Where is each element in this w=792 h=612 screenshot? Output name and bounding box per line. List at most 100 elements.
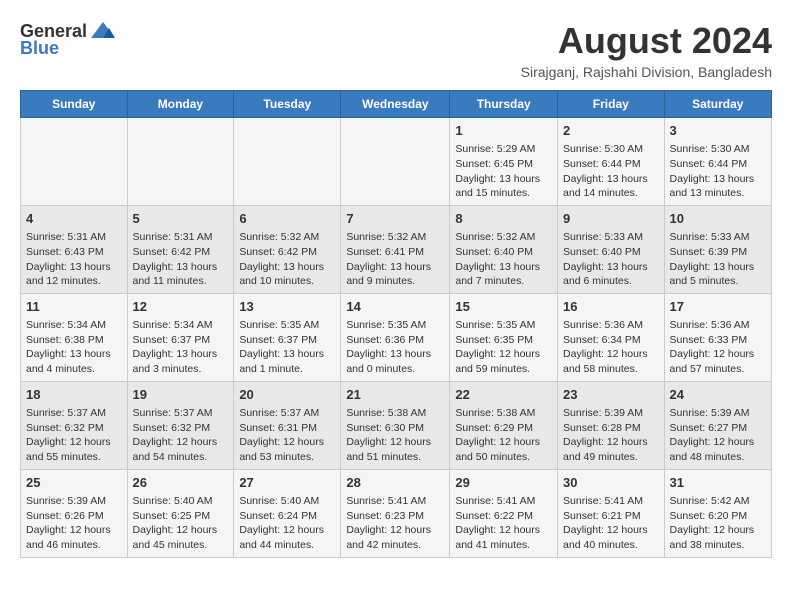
day-number: 3 [670, 122, 766, 140]
day-number: 9 [563, 210, 659, 228]
calendar-cell: 12 Sunrise: 5:34 AM Sunset: 6:37 PM Dayli… [127, 293, 234, 381]
calendar-cell: 30Sunrise: 5:41 AM Sunset: 6:21 PM Dayli… [558, 469, 665, 557]
calendar-table: Sunday Monday Tuesday Wednesday Thursday… [20, 90, 772, 558]
day-number: 28 [346, 474, 444, 492]
header-sunday: Sunday [21, 91, 128, 118]
day-info: Sunrise: 5:32 AM Sunset: 6:42 PM Dayligh… [239, 230, 335, 289]
header-monday: Monday [127, 91, 234, 118]
header-friday: Friday [558, 91, 665, 118]
calendar-cell: 26Sunrise: 5:40 AM Sunset: 6:25 PM Dayli… [127, 469, 234, 557]
header-thursday: Thursday [450, 91, 558, 118]
day-info: Sunrise: 5:35 AM Sunset: 6:35 PM Dayligh… [455, 318, 552, 377]
day-info: Sunrise: 5:33 AM Sunset: 6:40 PM Dayligh… [563, 230, 659, 289]
day-info: Sunrise: 5:30 AM Sunset: 6:44 PM Dayligh… [563, 142, 659, 201]
header: General Blue August 2024 Sirajganj, Rajs… [20, 20, 772, 80]
calendar-cell: 27 Sunrise: 5:40 AM Sunset: 6:24 PM Dayli… [234, 469, 341, 557]
calendar-week-2: 4 Sunrise: 5:31 AM Sunset: 6:43 PM Daylig… [21, 205, 772, 293]
calendar-cell: 5Sunrise: 5:31 AM Sunset: 6:42 PM Daylig… [127, 205, 234, 293]
calendar-cell: 28Sunrise: 5:41 AM Sunset: 6:23 PM Dayli… [341, 469, 450, 557]
day-number: 12 [133, 298, 229, 316]
day-info: Sunrise: 5:37 AM Sunset: 6:32 PM Dayligh… [133, 406, 229, 465]
day-number: 15 [455, 298, 552, 316]
day-info: Sunrise: 5:38 AM Sunset: 6:30 PM Dayligh… [346, 406, 444, 465]
day-info: Sunrise: 5:32 AM Sunset: 6:40 PM Dayligh… [455, 230, 552, 289]
calendar-cell: 29Sunrise: 5:41 AM Sunset: 6:22 PM Dayli… [450, 469, 558, 557]
logo-blue: Blue [20, 38, 59, 59]
calendar-cell: 6 Sunrise: 5:32 AM Sunset: 6:42 PM Daylig… [234, 205, 341, 293]
calendar-cell: 15 Sunrise: 5:35 AM Sunset: 6:35 PM Dayli… [450, 293, 558, 381]
day-number: 23 [563, 386, 659, 404]
calendar-cell: 31 Sunrise: 5:42 AM Sunset: 6:20 PM Dayli… [664, 469, 771, 557]
day-number: 29 [455, 474, 552, 492]
day-number: 2 [563, 122, 659, 140]
location: Sirajganj, Rajshahi Division, Bangladesh [521, 64, 772, 80]
day-number: 17 [670, 298, 766, 316]
calendar-cell [341, 118, 450, 206]
day-number: 14 [346, 298, 444, 316]
day-info: Sunrise: 5:33 AM Sunset: 6:39 PM Dayligh… [670, 230, 766, 289]
calendar-cell: 23 Sunrise: 5:39 AM Sunset: 6:28 PM Dayli… [558, 381, 665, 469]
day-info: Sunrise: 5:42 AM Sunset: 6:20 PM Dayligh… [670, 494, 766, 553]
calendar-cell: 25 Sunrise: 5:39 AM Sunset: 6:26 PM Dayli… [21, 469, 128, 557]
day-number: 20 [239, 386, 335, 404]
calendar-cell [127, 118, 234, 206]
calendar-week-3: 11Sunrise: 5:34 AM Sunset: 6:38 PM Dayli… [21, 293, 772, 381]
header-saturday: Saturday [664, 91, 771, 118]
calendar-cell: 24 Sunrise: 5:39 AM Sunset: 6:27 PM Dayli… [664, 381, 771, 469]
day-info: Sunrise: 5:37 AM Sunset: 6:32 PM Dayligh… [26, 406, 122, 465]
calendar-cell: 4 Sunrise: 5:31 AM Sunset: 6:43 PM Daylig… [21, 205, 128, 293]
calendar-cell: 9 Sunrise: 5:33 AM Sunset: 6:40 PM Daylig… [558, 205, 665, 293]
day-info: Sunrise: 5:35 AM Sunset: 6:36 PM Dayligh… [346, 318, 444, 377]
day-info: Sunrise: 5:40 AM Sunset: 6:24 PM Dayligh… [239, 494, 335, 553]
day-info: Sunrise: 5:39 AM Sunset: 6:27 PM Dayligh… [670, 406, 766, 465]
month-year: August 2024 [521, 20, 772, 62]
day-number: 13 [239, 298, 335, 316]
day-number: 5 [133, 210, 229, 228]
calendar-week-5: 25 Sunrise: 5:39 AM Sunset: 6:26 PM Dayli… [21, 469, 772, 557]
day-info: Sunrise: 5:39 AM Sunset: 6:28 PM Dayligh… [563, 406, 659, 465]
day-number: 21 [346, 386, 444, 404]
day-number: 19 [133, 386, 229, 404]
day-info: Sunrise: 5:38 AM Sunset: 6:29 PM Dayligh… [455, 406, 552, 465]
day-number: 18 [26, 386, 122, 404]
day-info: Sunrise: 5:35 AM Sunset: 6:37 PM Dayligh… [239, 318, 335, 377]
day-info: Sunrise: 5:34 AM Sunset: 6:37 PM Dayligh… [133, 318, 229, 377]
calendar-cell: 13 Sunrise: 5:35 AM Sunset: 6:37 PM Dayli… [234, 293, 341, 381]
day-number: 31 [670, 474, 766, 492]
calendar-cell [234, 118, 341, 206]
calendar-cell: 18 Sunrise: 5:37 AM Sunset: 6:32 PM Dayli… [21, 381, 128, 469]
day-info: Sunrise: 5:31 AM Sunset: 6:43 PM Dayligh… [26, 230, 122, 289]
day-number: 27 [239, 474, 335, 492]
day-number: 1 [455, 122, 552, 140]
calendar-cell: 20 Sunrise: 5:37 AM Sunset: 6:31 PM Dayli… [234, 381, 341, 469]
day-info: Sunrise: 5:39 AM Sunset: 6:26 PM Dayligh… [26, 494, 122, 553]
day-number: 8 [455, 210, 552, 228]
day-info: Sunrise: 5:29 AM Sunset: 6:45 PM Dayligh… [455, 142, 552, 201]
calendar-cell: 16 Sunrise: 5:36 AM Sunset: 6:34 PM Dayli… [558, 293, 665, 381]
day-number: 22 [455, 386, 552, 404]
calendar-cell: 22 Sunrise: 5:38 AM Sunset: 6:29 PM Dayli… [450, 381, 558, 469]
day-info: Sunrise: 5:36 AM Sunset: 6:34 PM Dayligh… [563, 318, 659, 377]
calendar-cell: 7Sunrise: 5:32 AM Sunset: 6:41 PM Daylig… [341, 205, 450, 293]
day-info: Sunrise: 5:36 AM Sunset: 6:33 PM Dayligh… [670, 318, 766, 377]
day-number: 4 [26, 210, 122, 228]
day-number: 30 [563, 474, 659, 492]
day-number: 16 [563, 298, 659, 316]
header-wednesday: Wednesday [341, 91, 450, 118]
day-number: 11 [26, 298, 122, 316]
calendar-week-1: 1 Sunrise: 5:29 AM Sunset: 6:45 PM Daylig… [21, 118, 772, 206]
day-info: Sunrise: 5:30 AM Sunset: 6:44 PM Dayligh… [670, 142, 766, 201]
header-tuesday: Tuesday [234, 91, 341, 118]
day-number: 25 [26, 474, 122, 492]
calendar-cell: 14 Sunrise: 5:35 AM Sunset: 6:36 PM Dayli… [341, 293, 450, 381]
calendar-cell: 10Sunrise: 5:33 AM Sunset: 6:39 PM Dayli… [664, 205, 771, 293]
day-info: Sunrise: 5:32 AM Sunset: 6:41 PM Dayligh… [346, 230, 444, 289]
calendar-cell: 21 Sunrise: 5:38 AM Sunset: 6:30 PM Dayli… [341, 381, 450, 469]
day-number: 24 [670, 386, 766, 404]
day-number: 26 [133, 474, 229, 492]
calendar-cell: 8 Sunrise: 5:32 AM Sunset: 6:40 PM Daylig… [450, 205, 558, 293]
calendar-cell [21, 118, 128, 206]
logo-icon [89, 20, 117, 42]
day-number: 6 [239, 210, 335, 228]
day-info: Sunrise: 5:37 AM Sunset: 6:31 PM Dayligh… [239, 406, 335, 465]
